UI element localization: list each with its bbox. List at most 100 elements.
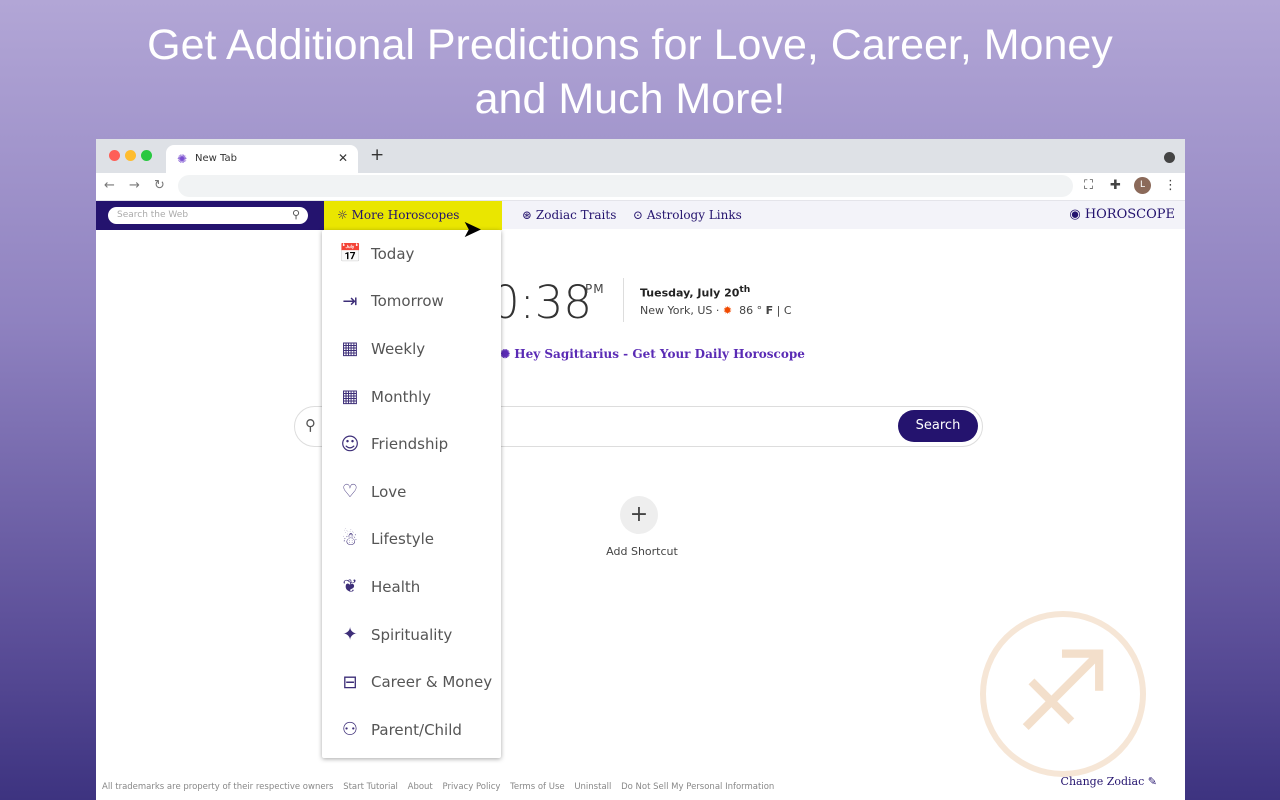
briefcase-icon: ⊟ xyxy=(342,671,358,693)
zodiac-traits-link[interactable]: ⊛ Zodiac Traits xyxy=(522,208,616,222)
divider xyxy=(623,278,624,322)
headline-line-2: and Much More! xyxy=(474,75,786,123)
web-search-input[interactable]: Search the Web ⚲ xyxy=(108,207,308,224)
unit-c-toggle[interactable]: C xyxy=(784,304,792,317)
mouse-cursor-icon: ➤ xyxy=(462,215,483,243)
tab-title: New Tab xyxy=(195,153,237,164)
person-icon: ☃ xyxy=(341,528,359,550)
parent-child-icon: ⚇ xyxy=(341,719,359,741)
lotus-hands-icon: ❦ xyxy=(342,576,358,598)
item-label: Weekly xyxy=(371,339,426,358)
privacy-policy-link[interactable]: Privacy Policy xyxy=(442,782,500,792)
forward-icon[interactable]: → xyxy=(129,178,140,193)
dropdown-item-tomorrow[interactable]: ⇥ Tomorrow xyxy=(322,278,501,326)
item-label: Love xyxy=(371,482,407,501)
clock-ampm: PM xyxy=(585,282,605,296)
profile-avatar[interactable]: L xyxy=(1134,177,1151,194)
dots-circle-icon: ⊙ xyxy=(633,208,644,222)
search-icon: ⚲ xyxy=(305,416,316,434)
calendar-check-icon: 📅 xyxy=(339,243,362,265)
search-placeholder: Search the Web xyxy=(117,210,189,220)
date: Tuesday, July 20th xyxy=(640,284,750,300)
close-window-button[interactable] xyxy=(109,150,120,161)
address-bar-row: ← → ↻ ⛶ ✚ L ⋮ xyxy=(96,173,1185,200)
item-label: Health xyxy=(371,577,421,596)
dropdown-item-friendship[interactable]: ☺ Friendship xyxy=(322,420,501,468)
unit-f-toggle[interactable]: F xyxy=(766,304,774,317)
item-label: Monthly xyxy=(371,387,432,406)
browser-menu-icon[interactable]: ⋮ xyxy=(1164,178,1177,193)
about-link[interactable]: About xyxy=(408,782,433,792)
tab-bar: ✺ New Tab ✕ + xyxy=(96,139,1185,173)
trademark-notice: All trademarks are property of their res… xyxy=(102,782,334,792)
tab-new-tab[interactable]: ✺ New Tab ✕ xyxy=(166,145,358,173)
item-label: Parent/Child xyxy=(371,720,462,739)
astrology-links-link[interactable]: ⊙ Astrology Links xyxy=(633,208,742,222)
unit-separator: | xyxy=(776,304,781,317)
add-shortcut-button[interactable]: + xyxy=(620,496,658,534)
heart-icon: ♡ xyxy=(341,481,359,503)
browser-window: ✺ New Tab ✕ + ← → ↻ ⛶ ✚ L ⋮ Search the W… xyxy=(96,139,1185,800)
dropdown-item-monthly[interactable]: ▦ Monthly xyxy=(322,373,501,421)
weather: New York, US · ✹ 86 ° F | C xyxy=(640,304,792,317)
uninstall-link[interactable]: Uninstall xyxy=(574,782,611,792)
new-tab-button[interactable]: + xyxy=(370,145,384,165)
date-text: Tuesday, July 20 xyxy=(640,286,740,300)
item-label: Spirituality xyxy=(371,625,453,644)
item-label: Friendship xyxy=(371,435,449,454)
screenshot-icon[interactable]: ⛶ xyxy=(1084,178,1093,193)
maximize-window-button[interactable] xyxy=(141,150,152,161)
extensions-icon[interactable]: ✚ xyxy=(1110,178,1121,193)
pencil-icon: ✎ xyxy=(1147,775,1157,788)
search-button[interactable]: Search xyxy=(898,410,978,442)
minimize-window-button[interactable] xyxy=(125,150,136,161)
more-horoscopes-dropdown: 📅 Today ⇥ Tomorrow ▦ Weekly ▦ Monthly ☺ Frien… xyxy=(322,230,501,758)
zodiac-wheel-icon: ⊛ xyxy=(522,208,533,222)
calendar-arrow-icon: ⇥ xyxy=(342,290,358,312)
dropdown-item-lifestyle[interactable]: ☃ Lifestyle xyxy=(322,516,501,564)
dropdown-item-love[interactable]: ♡ Love xyxy=(322,468,501,516)
search-icon[interactable]: ⚲ xyxy=(292,208,300,221)
footer-links: All trademarks are property of their res… xyxy=(102,782,781,792)
dropdown-item-health[interactable]: ❦ Health xyxy=(322,563,501,611)
calendar-month-icon: ▦ xyxy=(341,386,359,408)
daily-horoscope-link[interactable]: ✺ Hey Sagittarius - Get Your Daily Horos… xyxy=(500,347,805,361)
moon-logo-icon: ◉ xyxy=(1069,207,1081,222)
close-tab-icon[interactable]: ✕ xyxy=(338,151,348,165)
horoscope-favicon-icon: ✺ xyxy=(177,152,188,166)
reload-icon[interactable]: ↻ xyxy=(154,178,165,193)
dropdown-item-spirituality[interactable]: ✦ Spirituality xyxy=(322,611,501,659)
tab-search-icon[interactable] xyxy=(1164,152,1175,163)
friends-icon: ☺ xyxy=(340,433,360,455)
change-zodiac-label: Change Zodiac xyxy=(1060,775,1145,788)
headline-line-1: Get Additional Predictions for Love, Car… xyxy=(147,21,1113,69)
sagittarius-symbol-icon: ♐ xyxy=(980,611,1146,777)
dropdown-item-career-money[interactable]: ⊟ Career & Money xyxy=(322,658,501,706)
more-horoscopes-label: More Horoscopes xyxy=(351,208,460,222)
calendar-week-icon: ▦ xyxy=(341,338,359,360)
start-tutorial-link[interactable]: Start Tutorial xyxy=(343,782,398,792)
horoscope-logo[interactable]: ◉ HOROSCOPE xyxy=(1069,207,1175,222)
item-label: Lifestyle xyxy=(371,530,435,549)
back-icon[interactable]: ← xyxy=(104,178,115,193)
dropdown-item-weekly[interactable]: ▦ Weekly xyxy=(322,325,501,373)
sun-weather-icon: ✹ xyxy=(722,304,733,317)
add-shortcut-label: Add Shortcut xyxy=(606,545,678,558)
dropdown-item-parent-child[interactable]: ⚇ Parent/Child xyxy=(322,706,501,754)
location: New York, US · xyxy=(640,304,720,317)
item-label: Today xyxy=(371,244,415,263)
temperature: 86 ° xyxy=(739,304,763,317)
navbar-search-area: Search the Web ⚲ xyxy=(96,201,324,230)
brand-name: HOROSCOPE xyxy=(1084,207,1175,222)
greeting-text: Hey Sagittarius - Get Your Daily Horosco… xyxy=(514,347,805,361)
address-input[interactable] xyxy=(178,175,1073,197)
sun-icon: ☼ xyxy=(337,208,348,222)
sparkles-icon: ✦ xyxy=(342,624,358,646)
sun-burst-icon: ✺ xyxy=(500,347,511,361)
terms-link[interactable]: Terms of Use xyxy=(510,782,565,792)
astrology-links-label: Astrology Links xyxy=(646,208,742,222)
do-not-sell-link[interactable]: Do Not Sell My Personal Information xyxy=(621,782,774,792)
zodiac-traits-label: Zodiac Traits xyxy=(535,208,617,222)
change-zodiac-link[interactable]: Change Zodiac ✎ xyxy=(1061,775,1157,788)
clock-time: 0:38 xyxy=(491,276,593,329)
